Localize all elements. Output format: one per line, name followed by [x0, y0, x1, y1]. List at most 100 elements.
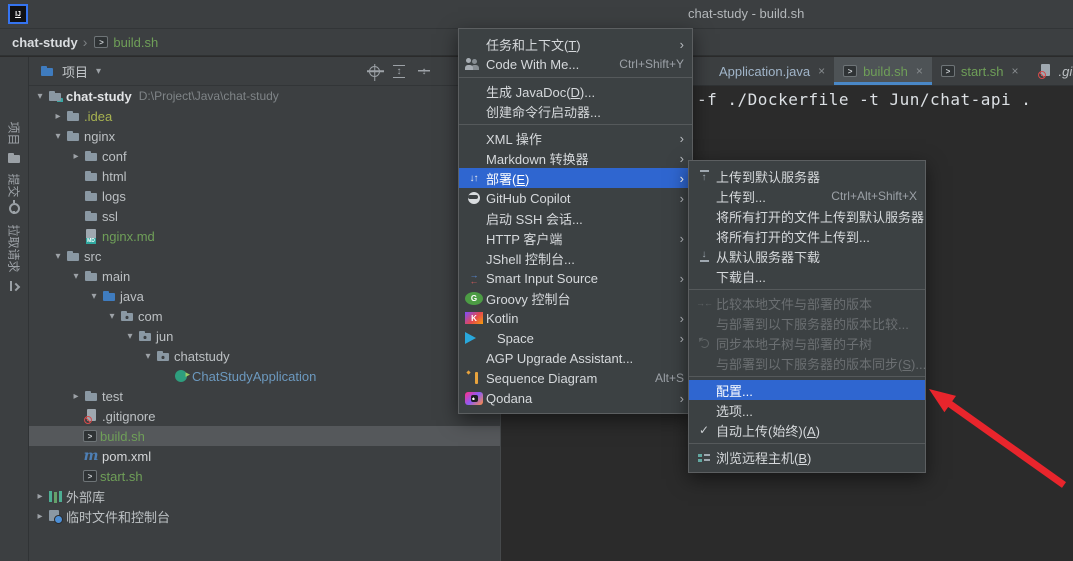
tree-item-path: D:\Project\Java\chat-study: [138, 89, 279, 103]
menu-item[interactable]: Sequence Diagram Alt+S: [459, 368, 692, 388]
menu-item[interactable]: Kotlin: [459, 308, 692, 328]
menu-item[interactable]: 上传到... Ctrl+Alt+Shift+X: [689, 186, 925, 206]
tree-chevron-icon[interactable]: [33, 491, 47, 502]
commit-icon[interactable]: [0, 199, 28, 217]
menu-item[interactable]: 创建命令行启动器...: [459, 101, 692, 121]
breadcrumb-project[interactable]: chat-study: [12, 35, 78, 50]
folder-icon[interactable]: [0, 149, 28, 167]
tree-row[interactable]: 临时文件和控制台: [29, 506, 500, 526]
chevron-right-icon: [83, 34, 88, 50]
menu-item[interactable]: AGP Upgrade Assistant...: [459, 348, 692, 368]
tool-window-button-project[interactable]: 项目: [0, 117, 28, 149]
tree-chevron-icon[interactable]: [105, 311, 119, 322]
tree-row[interactable]: ChatStudyApplication: [29, 366, 500, 386]
menu-item[interactable]: 生成 JavaDoc(D)...: [459, 81, 692, 101]
menu-item[interactable]: Space: [459, 328, 692, 348]
tools-menu: 任务和上下文(T) Code With Me... Ctrl+Shift+Y 生…: [458, 28, 693, 414]
menu-item[interactable]: 与部署到以下服务器的版本同步(S)...: [689, 353, 926, 373]
tree-row[interactable]: chatstudy: [29, 346, 500, 366]
menu-item[interactable]: 将所有打开的文件上传到...: [689, 226, 925, 246]
editor-tab[interactable]: Application.java: [688, 57, 834, 85]
tab-close-icon[interactable]: [1012, 64, 1019, 78]
breadcrumb-file[interactable]: build.sh: [113, 35, 158, 50]
tree-chevron-icon[interactable]: [123, 331, 137, 342]
menu-item[interactable]: 启动 SSH 会话...: [459, 208, 692, 228]
tree-row[interactable]: logs: [29, 186, 500, 206]
tab-close-icon[interactable]: [818, 64, 825, 78]
menu-item-label: Groovy 控制台: [486, 291, 571, 307]
tool-window-button-commit[interactable]: 提交: [0, 169, 28, 201]
menu-item[interactable]: 将所有打开的文件上传到默认服务器: [689, 206, 925, 226]
tree-row[interactable]: conf: [29, 146, 500, 166]
tree-chevron-icon[interactable]: [51, 131, 65, 142]
menu-item[interactable]: 部署(E): [459, 168, 692, 188]
menu-item[interactable]: Markdown 转换器: [459, 148, 692, 168]
tree-row[interactable]: main: [29, 266, 500, 286]
menu-item[interactable]: HTTP 客户端: [459, 228, 692, 248]
tree-chevron-icon[interactable]: [141, 351, 155, 362]
tree-row[interactable]: chat-study D:\Project\Java\chat-study: [29, 86, 500, 106]
collapse-all-button[interactable]: [418, 63, 430, 79]
tree-row[interactable]: test: [29, 386, 500, 406]
sync-icon: [695, 335, 713, 351]
tree-row[interactable]: pom.xml: [29, 446, 500, 466]
tree-row[interactable]: build.sh: [29, 426, 500, 446]
tree-row[interactable]: nginx.md: [29, 226, 500, 246]
menu-item[interactable]: JShell 控制台...: [459, 248, 692, 268]
tree-chevron-icon[interactable]: [69, 271, 83, 282]
tree-chevron-icon[interactable]: [33, 511, 47, 522]
menu-item[interactable]: 任务和上下文(T): [459, 34, 692, 54]
tree-row[interactable]: src: [29, 246, 500, 266]
locate-file-button[interactable]: [369, 65, 380, 77]
tree-row[interactable]: .gitignore: [29, 406, 500, 426]
tree-row[interactable]: .idea: [29, 106, 500, 126]
menu-item[interactable]: 自动上传(始终)(A): [689, 420, 925, 440]
menu-item[interactable]: 比较本地文件与部署的版本: [689, 293, 925, 313]
menu-item[interactable]: 从默认服务器下载: [689, 246, 925, 266]
package-icon: [119, 308, 135, 324]
folder-icon: [65, 248, 81, 264]
tree-chevron-icon[interactable]: [69, 391, 83, 402]
menu-item[interactable]: Smart Input Source: [459, 268, 692, 288]
menu-item[interactable]: 配置...: [689, 380, 925, 400]
pull-request-icon[interactable]: [0, 277, 28, 295]
expand-all-button[interactable]: [393, 64, 405, 78]
menu-item[interactable]: 同步本地子树与部署的子树: [689, 333, 925, 353]
submenu-arrow-icon: [680, 38, 684, 51]
tree-chevron-icon[interactable]: [51, 251, 65, 262]
menu-item[interactable]: 选项...: [689, 400, 925, 420]
tree-chevron-icon[interactable]: [51, 111, 65, 122]
editor-tab[interactable]: build.sh: [834, 57, 932, 85]
tree-row[interactable]: jun: [29, 326, 500, 346]
tree-chevron-icon[interactable]: [69, 151, 83, 162]
deployment-submenu: 上传到默认服务器 上传到... Ctrl+Alt+Shift+X 将所有打开的文…: [688, 160, 926, 473]
menu-item[interactable]: 上传到默认服务器: [689, 166, 925, 186]
menu-item[interactable]: 下载自...: [689, 266, 925, 286]
menu-item[interactable]: Groovy 控制台: [459, 288, 692, 308]
menu-item-label: Space: [497, 330, 534, 346]
tree-row[interactable]: ssl: [29, 206, 500, 226]
menu-item[interactable]: 浏览远程主机(B): [689, 447, 925, 467]
editor-tab[interactable]: .gitignore: [1028, 57, 1073, 85]
folder-icon: [83, 388, 99, 404]
chevron-down-icon[interactable]: [96, 66, 101, 77]
tree-chevron-icon[interactable]: [87, 291, 101, 302]
menu-item-label: 将所有打开的文件上传到...: [716, 229, 870, 245]
menu-item[interactable]: Code With Me... Ctrl+Shift+Y: [459, 54, 692, 74]
editor-tab[interactable]: start.sh: [932, 57, 1028, 85]
tree-row[interactable]: java: [29, 286, 500, 306]
shell-icon: [83, 470, 97, 482]
code-line[interactable]: -f ./Dockerfile -t Jun/chat-api .: [697, 90, 1031, 109]
menu-item[interactable]: XML 操作: [459, 128, 692, 148]
tree-row[interactable]: com: [29, 306, 500, 326]
tree-row[interactable]: nginx: [29, 126, 500, 146]
tool-window-button-pull-requests[interactable]: 拉取请求: [0, 220, 28, 276]
menu-item[interactable]: Qodana: [459, 388, 692, 408]
tree-chevron-icon[interactable]: [33, 91, 47, 102]
tree-row[interactable]: 外部库: [29, 486, 500, 506]
tree-row[interactable]: html: [29, 166, 500, 186]
menu-item[interactable]: 与部署到以下服务器的版本比较...: [689, 313, 925, 333]
tab-close-icon[interactable]: [916, 64, 923, 78]
menu-item[interactable]: GitHub Copilot: [459, 188, 692, 208]
tree-row[interactable]: start.sh: [29, 466, 500, 486]
